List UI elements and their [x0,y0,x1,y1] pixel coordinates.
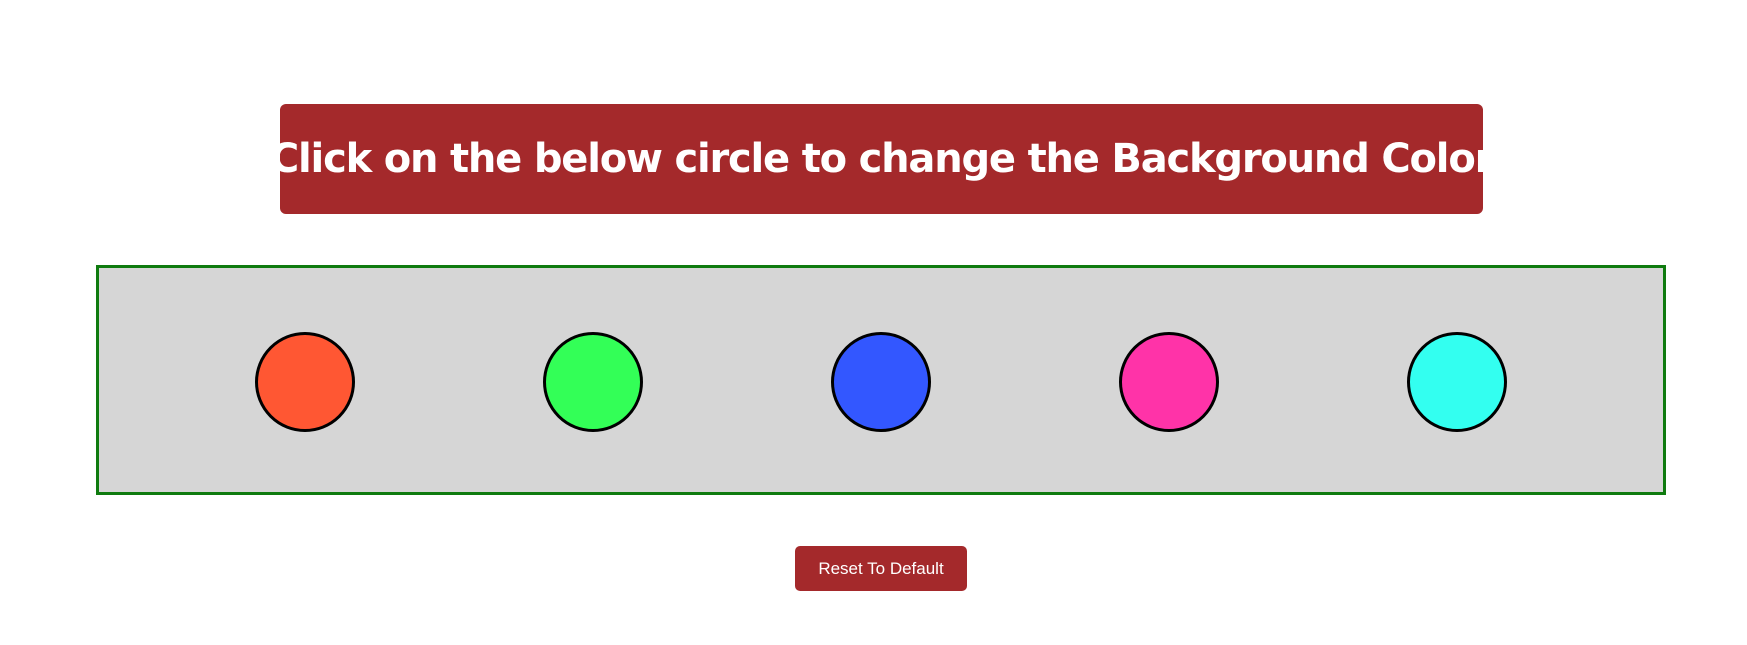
color-circle-orange[interactable] [255,332,355,432]
color-circle-panel [96,265,1666,495]
page-title: Click on the below circle to change the … [269,136,1494,182]
color-circle-blue[interactable] [831,332,931,432]
heading-banner: Click on the below circle to change the … [270,104,1494,214]
reset-to-default-button[interactable]: Reset To Default [795,546,967,591]
color-circle-pink[interactable] [1119,332,1219,432]
color-circle-cyan[interactable] [1407,332,1507,432]
color-circle-green[interactable] [543,332,643,432]
